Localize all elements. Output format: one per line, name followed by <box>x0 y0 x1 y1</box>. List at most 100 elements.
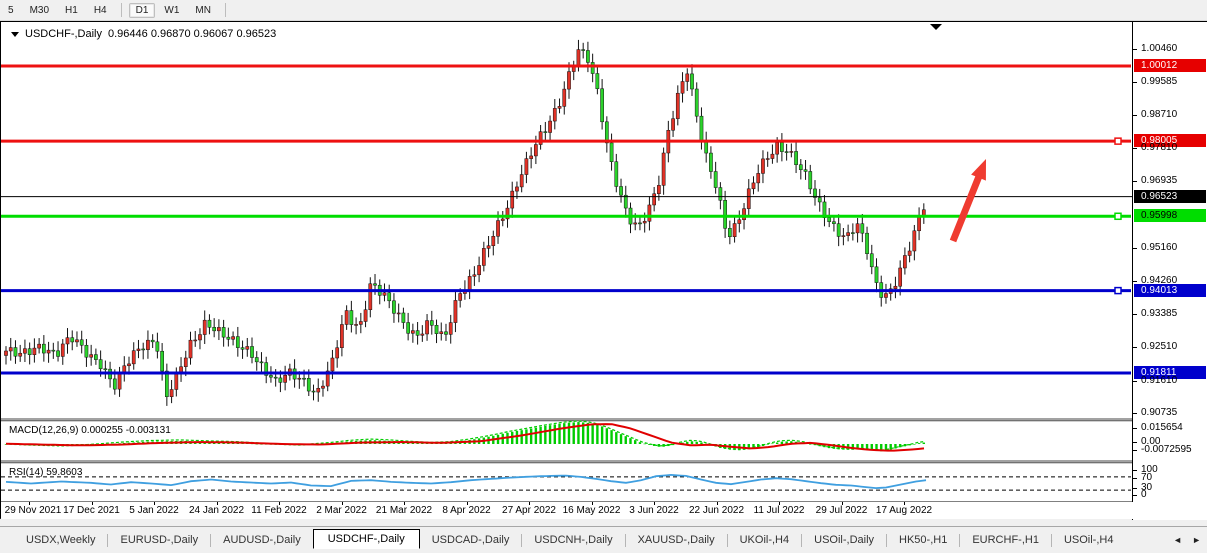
chart-tab-usdcnh-daily[interactable]: USDCNH-,Daily <box>522 531 624 549</box>
date-label: 21 Mar 2022 <box>376 505 432 516</box>
macd-histogram-bar <box>544 426 546 444</box>
axis-tick <box>1133 450 1137 451</box>
date-label: 16 May 2022 <box>563 505 621 516</box>
hline-handle-0.95998[interactable] <box>1115 213 1121 219</box>
chart-tab-usoil-daily[interactable]: USOil-,Daily <box>802 531 886 549</box>
date-label: 22 Jun 2022 <box>689 505 744 516</box>
chart-tab-ukoil-h4[interactable]: UKOil-,H4 <box>728 531 802 549</box>
price-label-0.99585: 0.99585 <box>1141 76 1177 87</box>
macd-histogram-bar <box>913 444 915 445</box>
toolbar-separator <box>225 3 226 17</box>
tab-scroll-left-icon[interactable]: ◄ <box>1173 535 1182 545</box>
macd-histogram-bar <box>516 431 518 444</box>
timeframe-button-m30[interactable]: M30 <box>23 3 56 18</box>
macd-histogram-bar <box>587 423 589 444</box>
chart-tab-xauusd-daily[interactable]: XAUUSD-,Daily <box>626 531 727 549</box>
axis-tick <box>1133 478 1137 479</box>
chart-title: USDCHF-,Daily 0.96446 0.96870 0.96067 0.… <box>11 28 276 40</box>
axis-tick <box>1133 82 1137 83</box>
date-label: 27 Apr 2022 <box>502 505 556 516</box>
macd-histogram-bar <box>558 424 560 444</box>
macd-histogram-bar <box>696 442 698 444</box>
chart-tab-usdcad-daily[interactable]: USDCAD-,Daily <box>420 531 522 549</box>
chart-tab-hk50-h1[interactable]: HK50-,H1 <box>887 531 959 549</box>
trend-arrow-annotation[interactable] <box>950 159 986 242</box>
timeframe-button-d1[interactable]: D1 <box>129 3 156 18</box>
macd-indicator-label: MACD(12,26,9) 0.000255 -0.003131 <box>9 425 171 436</box>
chart-tab-usdchf-daily[interactable]: USDCHF-,Daily <box>313 529 420 549</box>
tab-scroll-right-icon[interactable]: ► <box>1192 535 1201 545</box>
axis-tick <box>1133 347 1137 348</box>
chart-tab-bar: USDX,WeeklyEURUSD-,DailyAUDUSD-,DailyUSD… <box>0 526 1207 553</box>
macd-histogram-bar <box>554 424 556 444</box>
price-axis[interactable]: 1.004601.000120.995850.987100.980050.978… <box>1132 22 1207 520</box>
chart-tab-audusd-daily[interactable]: AUDUSD-,Daily <box>211 531 313 549</box>
axis-tick <box>1133 148 1137 149</box>
price-badge-0.96523: 0.96523 <box>1134 190 1206 203</box>
axis-tick <box>1133 181 1137 182</box>
macd-histogram-bar <box>667 444 669 446</box>
macd-histogram-bar <box>634 440 636 444</box>
chart-tab-eurchf-h1[interactable]: EURCHF-,H1 <box>960 531 1051 549</box>
date-label: 11 Feb 2022 <box>251 505 306 516</box>
timeframe-button-5[interactable]: 5 <box>1 3 21 18</box>
timeframe-button-w1[interactable]: W1 <box>157 3 186 18</box>
macd-histogram-bar <box>596 425 598 444</box>
price-label-0.92510: 0.92510 <box>1141 341 1177 352</box>
axis-tick <box>1133 428 1137 429</box>
date-label: 24 Jan 2022 <box>189 505 244 516</box>
timeframe-button-h1[interactable]: H1 <box>58 3 85 18</box>
chart-tab-eurusd-daily[interactable]: EURUSD-,Daily <box>108 531 210 549</box>
axis-tick <box>1133 281 1137 282</box>
price-label-0.91610: 0.91610 <box>1141 375 1177 386</box>
macd-histogram-bar <box>620 434 622 444</box>
rsi-axis-label: 0 <box>1141 489 1147 500</box>
macd-histogram-bar <box>918 443 920 444</box>
timeframe-button-mn[interactable]: MN <box>188 3 218 18</box>
horizontal-level-lines[interactable] <box>1 66 1207 373</box>
ohlc-readout: 0.96446 0.96870 0.96067 0.96523 <box>108 28 276 40</box>
chart-tab-usoil-h4[interactable]: USOil-,H4 <box>1052 531 1126 549</box>
macd-histogram-bar <box>610 430 612 444</box>
macd-histogram-bar <box>629 438 631 444</box>
macd-histogram-bar <box>615 432 617 444</box>
chart-window[interactable]: USDCHF-,Daily 0.96446 0.96870 0.96067 0.… <box>0 21 1207 519</box>
macd-histogram-bar <box>771 443 773 444</box>
chart-tab-usdx-weekly[interactable]: USDX,Weekly <box>14 531 107 549</box>
tab-scroll-arrows: ◄► <box>1173 535 1201 545</box>
timeframe-button-h4[interactable]: H4 <box>87 3 114 18</box>
axis-tick <box>1133 470 1137 471</box>
timeframe-toolbar: 5M30H1H4 D1W1MN <box>0 0 1207 21</box>
chart-shift-marker-icon[interactable] <box>930 24 942 30</box>
date-label: 29 Nov 2021 <box>5 505 62 516</box>
macd-histogram-bar <box>563 423 565 444</box>
pane-separators[interactable] <box>1 419 1207 502</box>
date-label: 17 Dec 2021 <box>63 505 120 516</box>
chart-canvas[interactable] <box>1 22 1207 520</box>
macd-histogram-bar <box>530 428 532 444</box>
macd-histogram-bar <box>639 442 641 444</box>
date-axis[interactable]: 29 Nov 202117 Dec 20215 Jan 202224 Jan 2… <box>1 502 1207 519</box>
axis-tick <box>1133 49 1137 50</box>
hline-handle-0.98005[interactable] <box>1115 138 1121 144</box>
axis-tick <box>1133 115 1137 116</box>
date-label: 3 Jun 2022 <box>629 505 679 516</box>
axis-tick <box>1133 495 1137 496</box>
macd-histogram-bar <box>686 442 688 444</box>
macd-histogram-bar <box>643 444 645 445</box>
axis-tick <box>1133 314 1137 315</box>
candlesticks <box>4 40 925 406</box>
date-label: 2 Mar 2022 <box>316 505 367 516</box>
macd-histogram-bar <box>535 428 537 444</box>
date-label: 11 Jul 2022 <box>754 505 805 516</box>
macd-histogram-bar <box>700 442 702 444</box>
price-label-0.90735: 0.90735 <box>1141 407 1177 418</box>
macd-histogram-bar <box>691 441 693 444</box>
chart-menu-triangle-icon[interactable] <box>11 32 19 37</box>
macd-histogram-bar <box>923 443 925 444</box>
hline-handle-0.94013[interactable] <box>1115 288 1121 294</box>
symbol-period-label: USDCHF-,Daily <box>25 28 102 40</box>
rsi-pane <box>1 475 1131 490</box>
price-label-0.95160: 0.95160 <box>1141 242 1177 253</box>
macd-histogram-bar <box>776 443 778 444</box>
